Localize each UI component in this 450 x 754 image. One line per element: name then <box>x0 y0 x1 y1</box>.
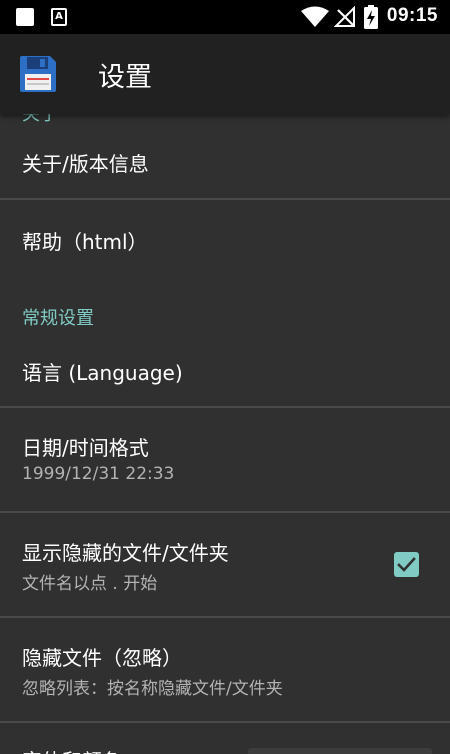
wifi-icon <box>301 6 329 27</box>
setting-about-title: 关于/版本信息 <box>22 152 149 176</box>
setting-language[interactable]: 语言 (Language) <box>0 338 450 406</box>
color-preview-swatch <box>248 748 432 754</box>
app-bar: 设置 <box>0 34 450 114</box>
setting-show-hidden[interactable]: 显示隐藏的文件/文件夹 文件名以点 . 开始 <box>0 513 450 617</box>
setting-help[interactable]: 帮助（html） <box>0 200 450 280</box>
a-notification-icon: A <box>51 8 67 26</box>
settings-list[interactable]: 关于 关于/版本信息 帮助（html） 常规设置 语言 (Language) 日… <box>0 114 450 754</box>
floppy-disk-icon <box>20 56 56 92</box>
clock: 09:15 <box>386 5 438 26</box>
setting-language-title: 语言 (Language) <box>22 361 183 385</box>
setting-hide-files[interactable]: 隐藏文件（忽略） 忽略列表：按名称隐藏文件/文件夹 <box>0 618 450 722</box>
setting-show-hidden-summary: 文件名以点 . 开始 <box>22 574 158 594</box>
category-header-general: 常规设置 <box>22 308 94 329</box>
square-notification-icon <box>16 8 34 26</box>
setting-font-color-title: 字体和颜色 <box>22 745 122 754</box>
setting-show-hidden-title: 显示隐藏的文件/文件夹 <box>22 541 229 565</box>
setting-datetime-summary: 1999/12/31 22:33 <box>22 464 175 484</box>
page-title: 设置 <box>98 62 152 93</box>
check-icon <box>397 557 416 572</box>
setting-datetime-title: 日期/时间格式 <box>22 436 149 460</box>
setting-about[interactable]: 关于/版本信息 <box>0 114 450 198</box>
status-bar: A 09:15 <box>0 0 450 34</box>
setting-hide-files-title: 隐藏文件（忽略） <box>22 646 182 670</box>
no-signal-icon <box>334 6 355 27</box>
show-hidden-checkbox[interactable] <box>394 552 419 577</box>
setting-help-title: 帮助（html） <box>22 230 148 254</box>
setting-hide-files-summary: 忽略列表：按名称隐藏文件/文件夹 <box>22 679 283 699</box>
setting-datetime-format[interactable]: 日期/时间格式 1999/12/31 22:33 <box>0 408 450 512</box>
battery-charging-icon <box>364 5 378 29</box>
